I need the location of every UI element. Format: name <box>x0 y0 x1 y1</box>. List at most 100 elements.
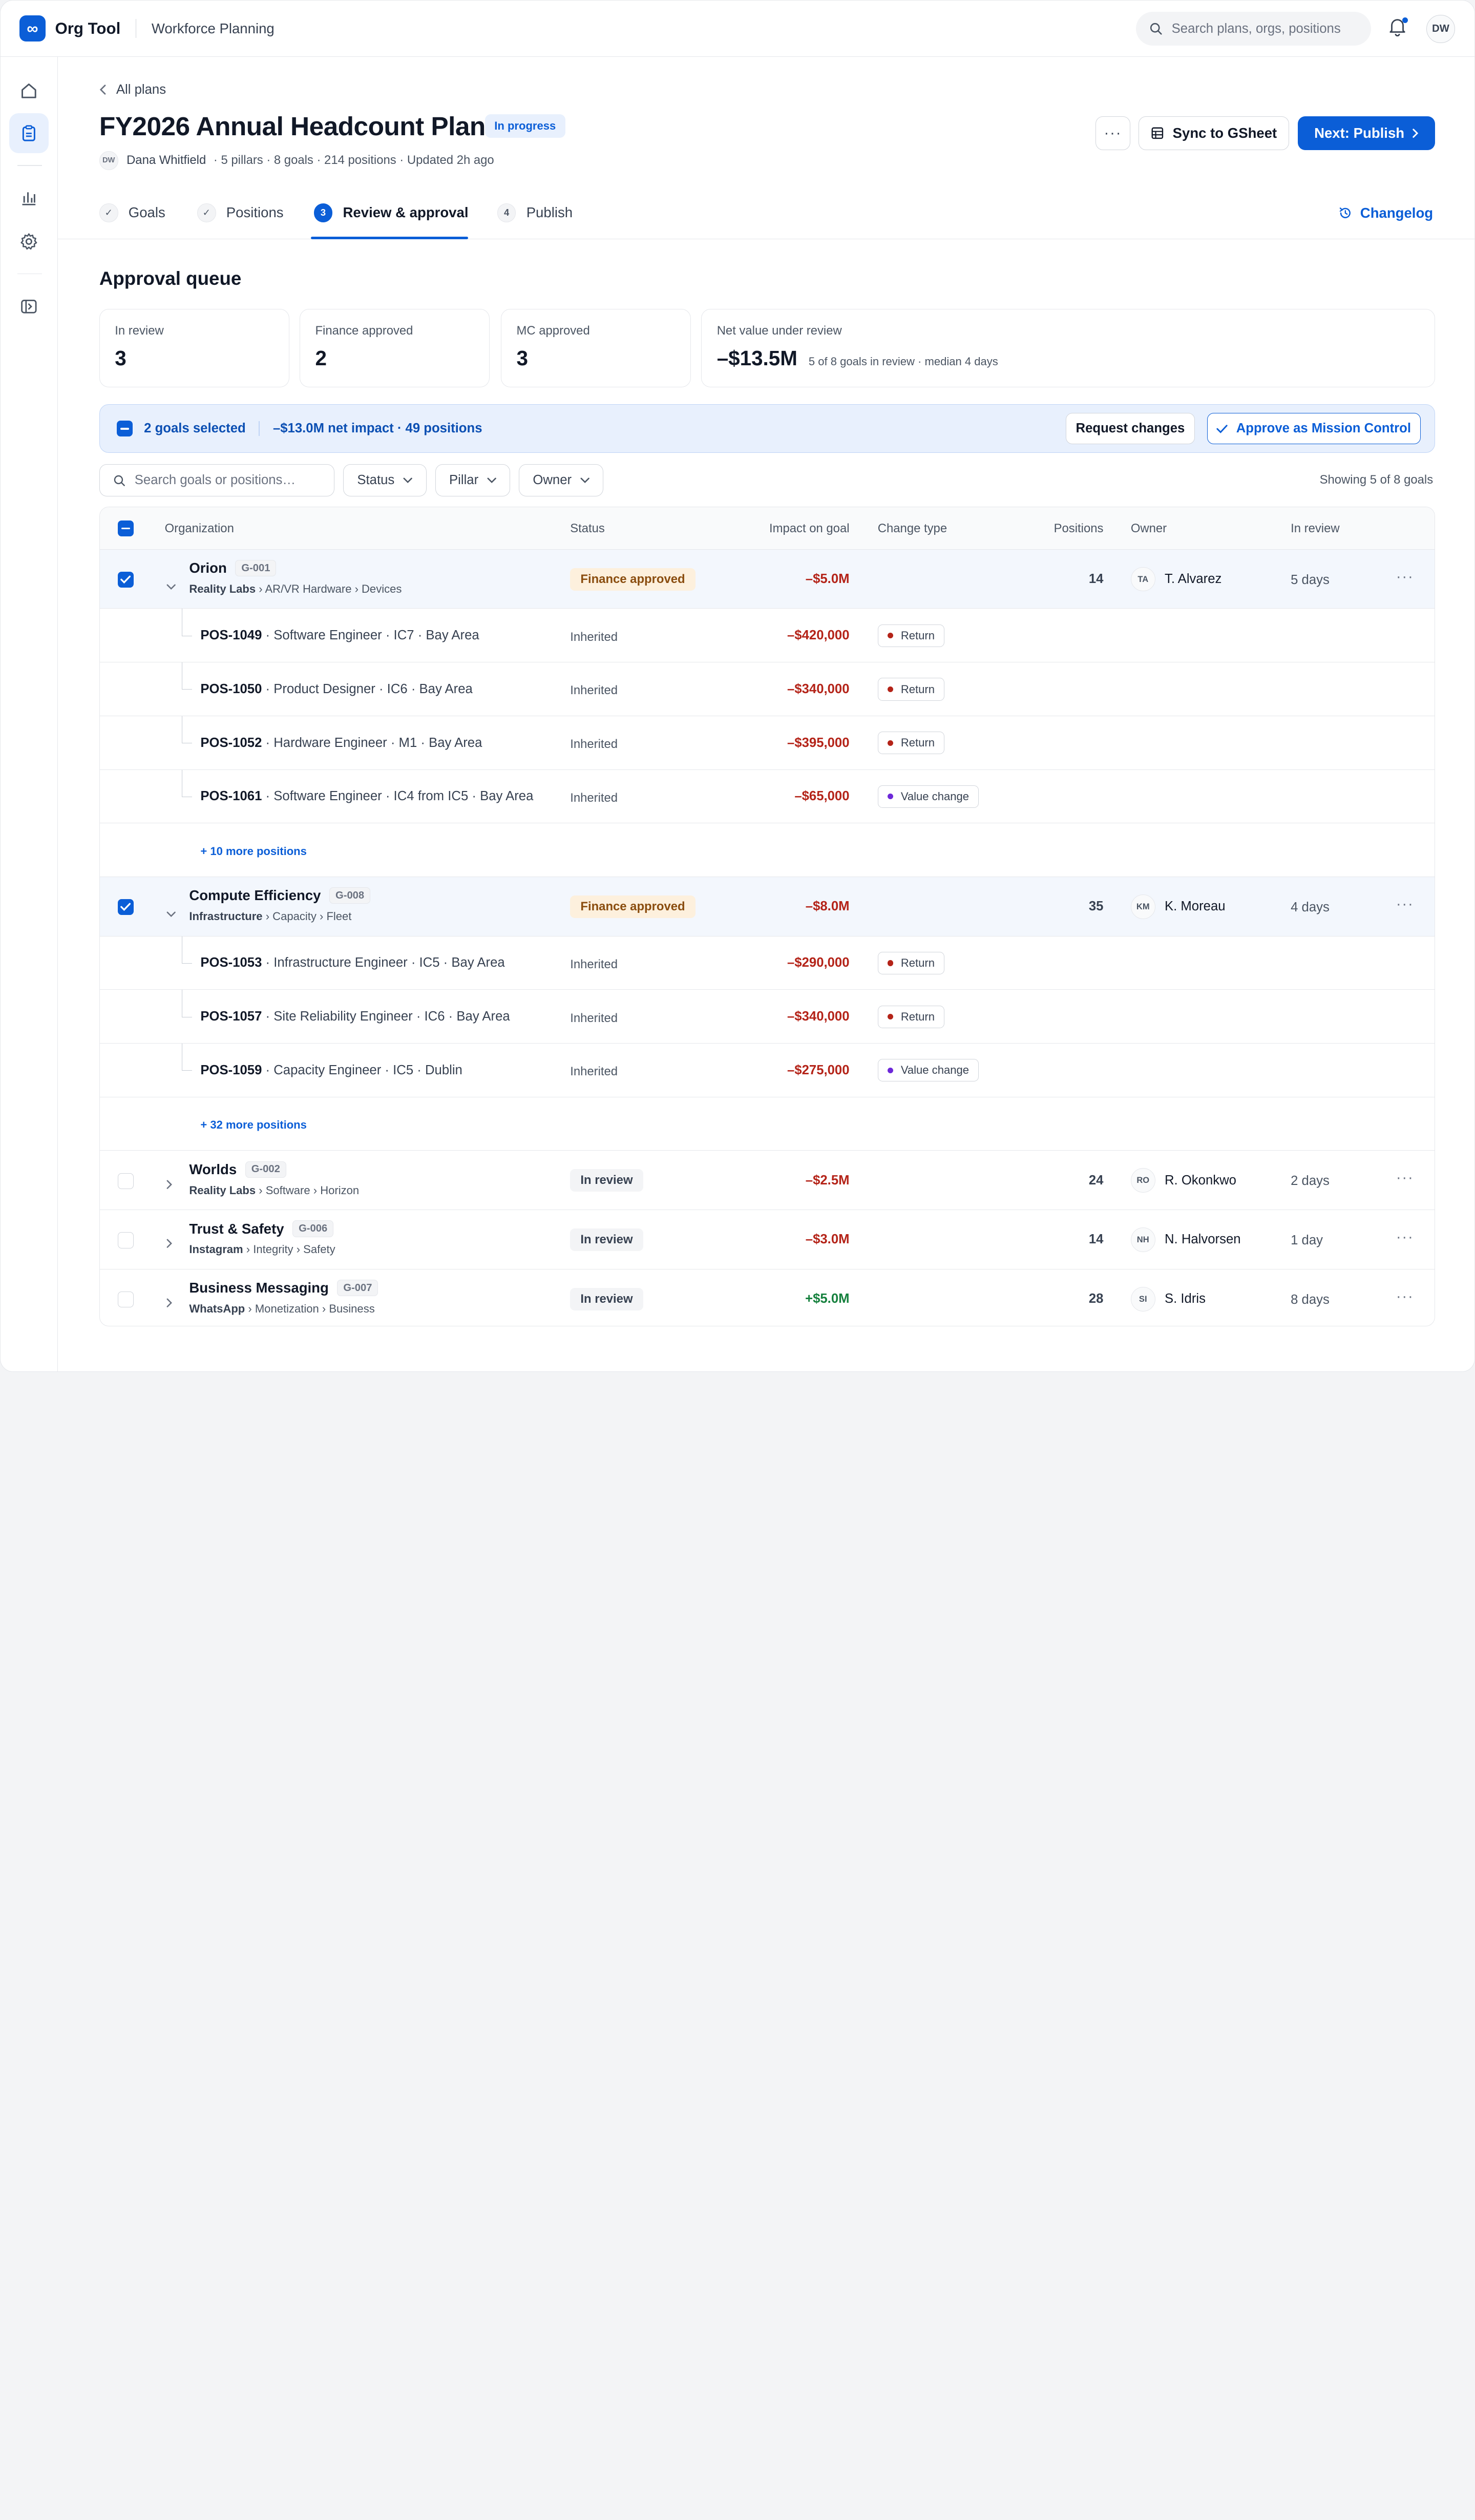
goal-name[interactable]: Compute Efficiency G-008 <box>189 887 371 904</box>
position-row[interactable]: POS-1049 · Software Engineer · IC7 · Bay… <box>99 609 1435 663</box>
changelog-link[interactable]: Changelog <box>1339 205 1433 221</box>
row-more-button[interactable]: ··· <box>1396 1169 1414 1186</box>
change-type-badge: Return <box>877 732 945 755</box>
pillar-filter[interactable]: Pillar <box>435 464 511 496</box>
tree-connector <box>181 716 192 744</box>
col-impact[interactable]: Impact on goal <box>769 522 850 536</box>
nav-settings[interactable] <box>9 222 49 261</box>
goal-pillar: Instagram <box>189 1243 243 1256</box>
position-label[interactable]: POS-1052 · Hardware Engineer · M1 · Bay … <box>200 736 482 751</box>
global-search-input[interactable] <box>1171 21 1360 36</box>
position-id: POS-1061 <box>200 789 262 804</box>
select-all-checkbox[interactable] <box>116 421 133 437</box>
sync-gsheet-button[interactable]: Sync to GSheet <box>1139 116 1290 150</box>
tab-review-approval[interactable]: 3 Review & approval <box>313 203 468 223</box>
user-avatar[interactable]: DW <box>1426 14 1455 43</box>
row-checkbox[interactable] <box>117 1232 134 1248</box>
col-in-review[interactable]: In review <box>1291 522 1339 536</box>
goal-row[interactable]: Business Messaging G-007 WhatsApp › Moneti… <box>100 1269 1435 1326</box>
goal-row[interactable]: Orion G-001 Reality Labs › AR/VR Hardware … <box>99 549 1435 609</box>
approve-button[interactable]: Approve as Mission Control <box>1207 413 1421 445</box>
goal-name[interactable]: Worlds G-002 <box>189 1161 286 1178</box>
col-status[interactable]: Status <box>570 522 605 536</box>
goal-row[interactable]: Trust & Safety G-006 Instagram › Integrity… <box>99 1210 1435 1269</box>
col-positions[interactable]: Positions <box>1054 522 1104 536</box>
expand-toggle[interactable] <box>166 1295 173 1312</box>
change-type-label: Value change <box>900 1064 969 1077</box>
goal-row[interactable]: Compute Efficiency G-008 Infrastructure › … <box>99 877 1435 936</box>
goal-name[interactable]: Business Messaging G-007 <box>189 1280 378 1297</box>
position-label[interactable]: POS-1050 · Product Designer · IC6 · Bay … <box>200 682 472 697</box>
row-more-button[interactable]: ··· <box>1396 1228 1414 1246</box>
notifications-button[interactable] <box>1389 17 1409 38</box>
goal-org-path: › Capacity › Fleet <box>265 910 352 923</box>
goal-path: Infrastructure › Capacity › Fleet <box>189 910 351 923</box>
request-changes-button[interactable]: Request changes <box>1066 413 1195 445</box>
position-row[interactable]: POS-1057 · Site Reliability Engineer · I… <box>99 990 1435 1044</box>
position-row[interactable]: POS-1061 · Software Engineer · IC4 from … <box>99 769 1435 824</box>
goal-row[interactable]: Worlds G-002 Reality Labs › Software › Hor… <box>99 1151 1435 1211</box>
goal-name[interactable]: Orion G-001 <box>189 559 277 577</box>
row-more-button[interactable]: ··· <box>1396 1288 1414 1305</box>
table-search[interactable] <box>99 464 335 496</box>
col-organization[interactable]: Organization <box>165 522 234 536</box>
nav-analytics[interactable] <box>9 178 49 218</box>
owner-filter[interactable]: Owner <box>519 464 604 496</box>
publish-label: Next: Publish <box>1314 124 1405 141</box>
col-change-type[interactable]: Change type <box>878 522 947 536</box>
change-type-label: Return <box>900 736 935 749</box>
expand-toggle[interactable] <box>166 904 176 921</box>
app-name: Org Tool <box>55 19 121 37</box>
more-actions-button[interactable]: ··· <box>1095 116 1130 150</box>
more-positions-link[interactable]: + 32 more positions <box>200 1118 307 1132</box>
goal-name[interactable]: Trust & Safety G-006 <box>189 1220 334 1237</box>
row-more-button[interactable]: ··· <box>1396 895 1414 913</box>
position-label[interactable]: POS-1061 · Software Engineer · IC4 from … <box>200 789 533 804</box>
position-label[interactable]: POS-1059 · Capacity Engineer · IC5 · Dub… <box>200 1063 462 1078</box>
expand-toggle[interactable] <box>166 1176 173 1193</box>
owner-name: T. Alvarez <box>1164 572 1222 587</box>
position-row[interactable]: POS-1052 · Hardware Engineer · M1 · Bay … <box>99 716 1435 770</box>
active-tab-indicator <box>311 236 468 240</box>
chevron-down-icon <box>166 911 176 918</box>
position-label[interactable]: POS-1057 · Site Reliability Engineer · I… <box>200 1009 510 1024</box>
position-desc: · Site Reliability Engineer · IC6 · Bay … <box>265 1009 510 1024</box>
row-checkbox[interactable] <box>117 1292 134 1308</box>
position-label[interactable]: POS-1053 · Infrastructure Engineer · IC5… <box>200 955 504 970</box>
header-select-checkbox[interactable] <box>117 520 134 537</box>
tab-goals[interactable]: ✓ Goals <box>99 203 165 223</box>
owner-name: K. Moreau <box>1164 899 1226 914</box>
collapse-sidebar-button[interactable] <box>9 286 49 326</box>
tab-publish[interactable]: 4 Publish <box>497 203 573 223</box>
row-more-button[interactable]: ··· <box>1396 568 1414 586</box>
app-logo[interactable]: ∞ <box>19 15 46 42</box>
next-publish-button[interactable]: Next: Publish <box>1297 116 1435 150</box>
more-positions-link[interactable]: + 10 more positions <box>200 845 307 858</box>
position-label[interactable]: POS-1049 · Software Engineer · IC7 · Bay… <box>200 628 479 643</box>
nav-home[interactable] <box>9 71 49 111</box>
goal-pillar: Reality Labs <box>189 582 256 596</box>
global-search[interactable] <box>1135 12 1372 46</box>
tab-positions[interactable]: ✓ Positions <box>197 203 284 223</box>
change-type-badge: Return <box>877 624 945 647</box>
status-badge: Finance approved <box>570 568 696 591</box>
table-search-input[interactable] <box>134 473 323 488</box>
goal-positions: 28 <box>1088 1292 1104 1306</box>
expand-toggle[interactable] <box>166 1235 173 1253</box>
row-checkbox[interactable] <box>117 899 134 915</box>
goal-impact: –$3.0M <box>805 1232 850 1247</box>
breadcrumb[interactable]: All plans <box>99 82 166 97</box>
col-owner[interactable]: Owner <box>1131 522 1167 536</box>
position-row[interactable]: POS-1053 · Infrastructure Engineer · IC5… <box>99 936 1435 990</box>
tab-step-number: 4 <box>497 203 516 222</box>
position-row[interactable]: POS-1050 · Product Designer · IC6 · Bay … <box>99 662 1435 716</box>
status-filter[interactable]: Status <box>343 464 427 496</box>
back-link[interactable]: All plans <box>116 82 166 97</box>
row-checkbox[interactable] <box>117 1173 134 1189</box>
position-row[interactable]: POS-1059 · Capacity Engineer · IC5 · Dub… <box>99 1044 1435 1097</box>
owner-name: S. Idris <box>1164 1292 1206 1306</box>
approve-label: Approve as Mission Control <box>1236 421 1411 436</box>
expand-toggle[interactable] <box>166 576 176 594</box>
row-checkbox[interactable] <box>117 571 134 588</box>
nav-plans[interactable] <box>9 113 49 153</box>
